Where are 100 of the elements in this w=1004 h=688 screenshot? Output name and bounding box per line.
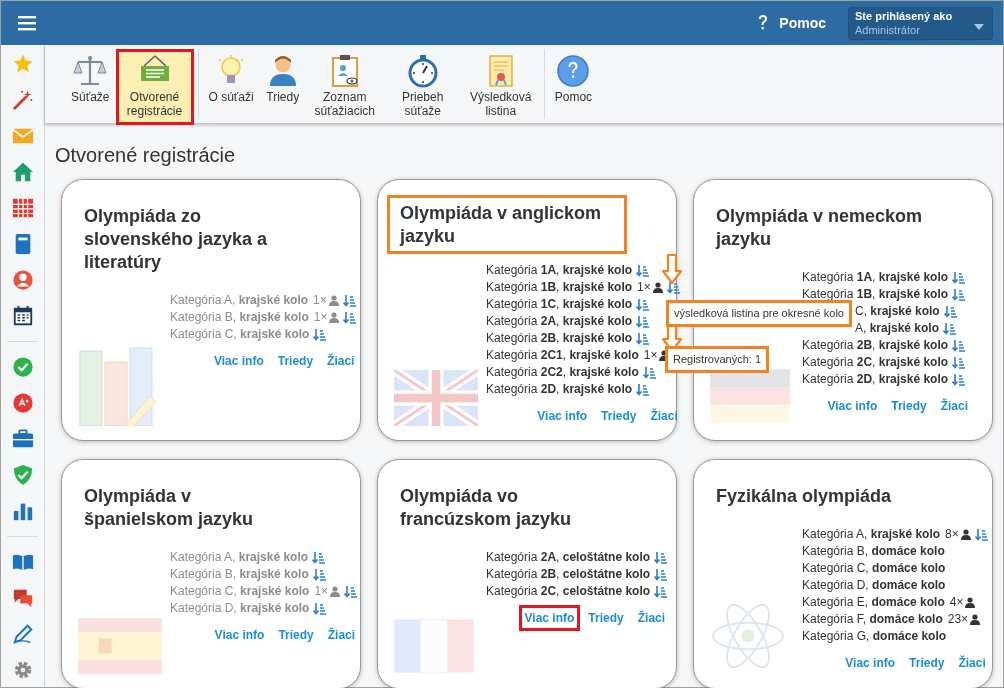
card-link[interactable]: Žiaci	[644, 403, 684, 429]
toolbar-button[interactable]: Priebeh súťaže	[383, 49, 462, 125]
toolbar-button[interactable]: Zoznam súťažiacich	[305, 49, 384, 125]
category-text: C, krajské kolo	[855, 303, 940, 320]
registered-count: 8×	[945, 526, 959, 543]
category-text: Kategória B, krajské kolo	[170, 566, 309, 583]
category-text: Kategória A, krajské kolo	[802, 526, 941, 543]
card-title: Olympiáda v anglickom jazyku	[387, 195, 627, 254]
person-icon	[970, 614, 981, 625]
card-title: Fyzikálna olympiáda	[715, 485, 893, 508]
category-text: Kategória B, krajské kolo	[170, 309, 309, 326]
category-text: Kategória A, krajské kolo	[170, 292, 309, 309]
results-list-icon[interactable]	[654, 585, 668, 598]
card-title: Olympiáda zo slovenského jazyka a literatúry	[83, 205, 269, 274]
person-icon	[329, 312, 340, 323]
results-list-icon[interactable]	[943, 305, 957, 318]
magic-wand-icon[interactable]	[11, 89, 34, 111]
help-icon	[556, 54, 591, 88]
category-text: Kategória 2C2, krajské kolo	[486, 364, 639, 381]
card-link[interactable]: Triedy	[903, 650, 951, 676]
help-icon	[757, 14, 770, 32]
card-title: Olympiáda v španielskom jazyku	[83, 485, 255, 531]
results-list-icon[interactable]	[943, 322, 957, 335]
results-list-icon[interactable]	[952, 373, 966, 386]
card-link[interactable]: Žiaci	[952, 650, 992, 676]
briefcase-icon[interactable]	[11, 428, 34, 450]
results-list-icon[interactable]	[952, 339, 966, 352]
category-text: Kategória C, krajské kolo	[170, 583, 310, 600]
toolbar-button[interactable]: Súťaže	[65, 49, 116, 125]
category-text: Kategória D, domáce kolo	[802, 577, 946, 594]
registered-count: 1×	[313, 309, 328, 326]
calendar-icon[interactable]	[11, 305, 34, 327]
category-text: Kategória 1B, krajské kolo	[802, 286, 949, 303]
category-text: Kategória 1A, krajské kolo	[802, 269, 949, 286]
card-title: Olympiáda v nemeckom jazyku	[714, 205, 924, 251]
results-list-icon[interactable]	[666, 281, 680, 294]
results-list-icon[interactable]	[642, 366, 656, 379]
category-text: Kategória 1A, krajské kolo	[486, 262, 633, 279]
home-icon[interactable]	[11, 161, 34, 183]
results-list-icon[interactable]	[636, 264, 650, 277]
person-icon[interactable]	[11, 269, 34, 291]
user-name: Administrátor	[855, 22, 921, 38]
category-text: Kategória 2B, celoštátne kolo	[486, 566, 651, 583]
check-circle-icon[interactable]	[11, 356, 34, 378]
results-list-icon[interactable]	[636, 315, 650, 328]
card-link[interactable]: Triedy	[582, 605, 630, 631]
person-icon	[330, 586, 341, 597]
page-heading: Otvorené registrácie	[55, 143, 237, 167]
user-dropdown[interactable]: Ste prihlásený ako Administrátor	[848, 6, 993, 40]
toolbar-button[interactable]: Triedy	[259, 49, 306, 125]
category-text: Kategória 2B, krajské kolo	[802, 337, 949, 354]
category-text: A, krajské kolo	[855, 320, 940, 337]
card-link[interactable]: Žiaci	[934, 393, 974, 419]
scales-icon	[73, 54, 108, 88]
star-icon[interactable]	[11, 53, 34, 75]
help-link[interactable]: Pomoc	[779, 12, 826, 34]
card-link[interactable]: Viac info	[531, 403, 594, 429]
toolbar-button[interactable]: Pomoc	[548, 49, 599, 125]
results-list-icon[interactable]	[654, 568, 668, 581]
registered-count: 1×	[313, 292, 327, 309]
card-link[interactable]: Žiaci	[631, 605, 672, 631]
category-text: Kategória 2C, celoštátne kolo	[486, 583, 651, 600]
person-icon	[960, 529, 971, 540]
pen-icon[interactable]	[11, 623, 34, 645]
registered-count: 1×	[643, 347, 658, 364]
toolbar-button[interactable]: Výsledková listina	[461, 49, 540, 125]
results-list-icon[interactable]	[636, 298, 650, 311]
toolbar-button[interactable]: O súťaži	[202, 49, 260, 125]
results-list-icon[interactable]	[636, 383, 650, 396]
category-text: Kategória 2B, krajské kolo	[486, 330, 633, 347]
category-text: Kategória A, krajské kolo	[170, 549, 309, 566]
card-link[interactable]: Viac info	[518, 605, 581, 631]
toolbar-button[interactable]: Otvorené registrácie	[115, 49, 194, 125]
tooltip: výsledková listina pre okresné kolo	[666, 300, 852, 327]
chat-icon[interactable]	[11, 587, 34, 609]
category-text: Kategória 2C, krajské kolo	[802, 354, 949, 371]
card-link[interactable]: Triedy	[885, 393, 933, 419]
results-list-icon[interactable]	[952, 271, 966, 284]
shield-icon[interactable]	[11, 464, 34, 486]
grid-icon[interactable]	[11, 197, 34, 219]
caret-icon	[974, 23, 984, 30]
results-list-icon[interactable]	[974, 528, 988, 541]
category-text: Kategória D, krajské kolo	[170, 600, 310, 617]
category-text: Kategória E, domáce kolo	[802, 594, 945, 611]
category-text: Kategória G, domáce kolo	[802, 628, 947, 645]
results-list-icon[interactable]	[952, 288, 966, 301]
category-text: Kategória 2D, krajské kolo	[486, 381, 633, 398]
category-text: Kategória F, domáce kolo	[802, 611, 943, 628]
user-caption: Ste prihlásený ako	[855, 9, 954, 23]
card-link[interactable]: Viac info	[839, 650, 902, 676]
results-list-icon[interactable]	[952, 356, 966, 369]
results-list-icon[interactable]	[636, 332, 650, 345]
category-text: Kategória 1B, krajské kolo	[486, 279, 633, 296]
card-link[interactable]: Triedy	[595, 403, 643, 429]
category-text: Kategória 2C1, krajské kolo	[486, 347, 639, 364]
card-link[interactable]: Viac info	[821, 393, 884, 419]
results-list-icon[interactable]	[654, 551, 668, 564]
circle-icon[interactable]	[11, 392, 34, 414]
registered-count: 4×	[949, 594, 964, 611]
person-icon	[965, 597, 976, 608]
